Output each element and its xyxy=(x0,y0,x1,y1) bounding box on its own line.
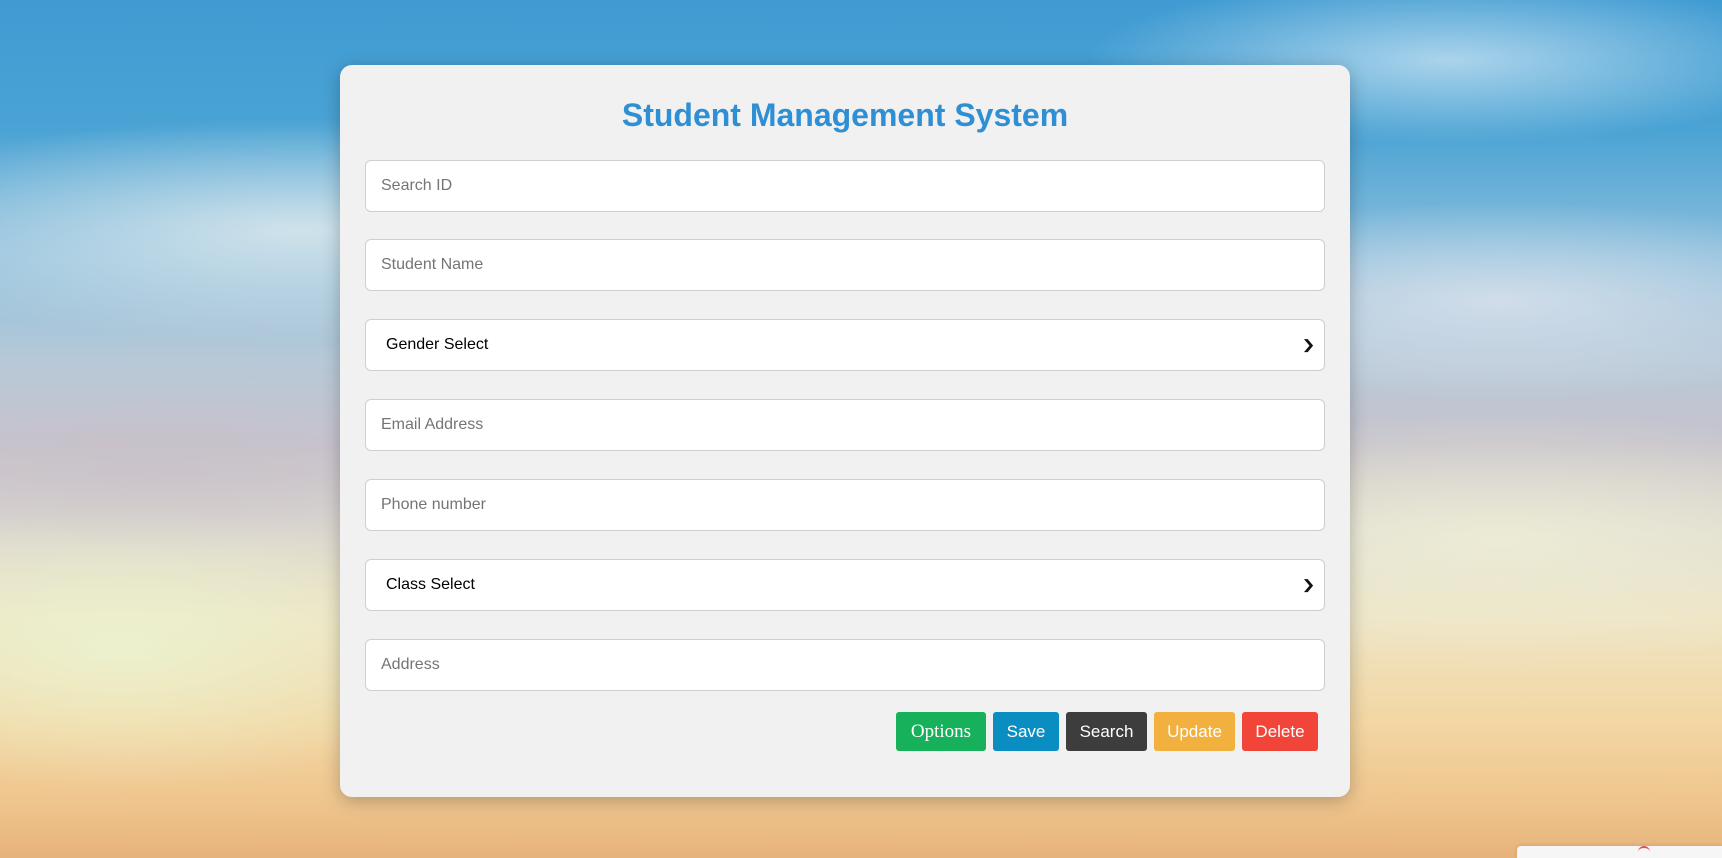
corner-widget xyxy=(1517,846,1722,858)
address-input[interactable] xyxy=(365,639,1325,691)
student-form-panel: Student Management System Gender Select … xyxy=(340,65,1350,797)
student-name-input[interactable] xyxy=(365,239,1325,291)
phone-number-input[interactable] xyxy=(365,479,1325,531)
class-select-value: Class Select xyxy=(386,576,475,593)
action-buttons: Options Save Search Update Delete xyxy=(896,712,1318,751)
search-id-input[interactable] xyxy=(365,160,1325,212)
gender-select[interactable]: Gender Select ❯ xyxy=(365,319,1325,371)
save-button[interactable]: Save xyxy=(993,712,1059,751)
chevron-down-icon: ❯ xyxy=(1301,577,1316,592)
delete-button[interactable]: Delete xyxy=(1242,712,1318,751)
page-title: Student Management System xyxy=(621,97,1069,133)
search-button[interactable]: Search xyxy=(1066,712,1147,751)
class-select[interactable]: Class Select ❯ xyxy=(365,559,1325,611)
gender-select-value: Gender Select xyxy=(386,336,489,353)
update-button[interactable]: Update xyxy=(1154,712,1235,751)
loading-icon xyxy=(1638,846,1650,858)
chevron-down-icon: ❯ xyxy=(1301,337,1316,352)
email-address-input[interactable] xyxy=(365,399,1325,451)
options-button[interactable]: Options xyxy=(896,712,986,751)
